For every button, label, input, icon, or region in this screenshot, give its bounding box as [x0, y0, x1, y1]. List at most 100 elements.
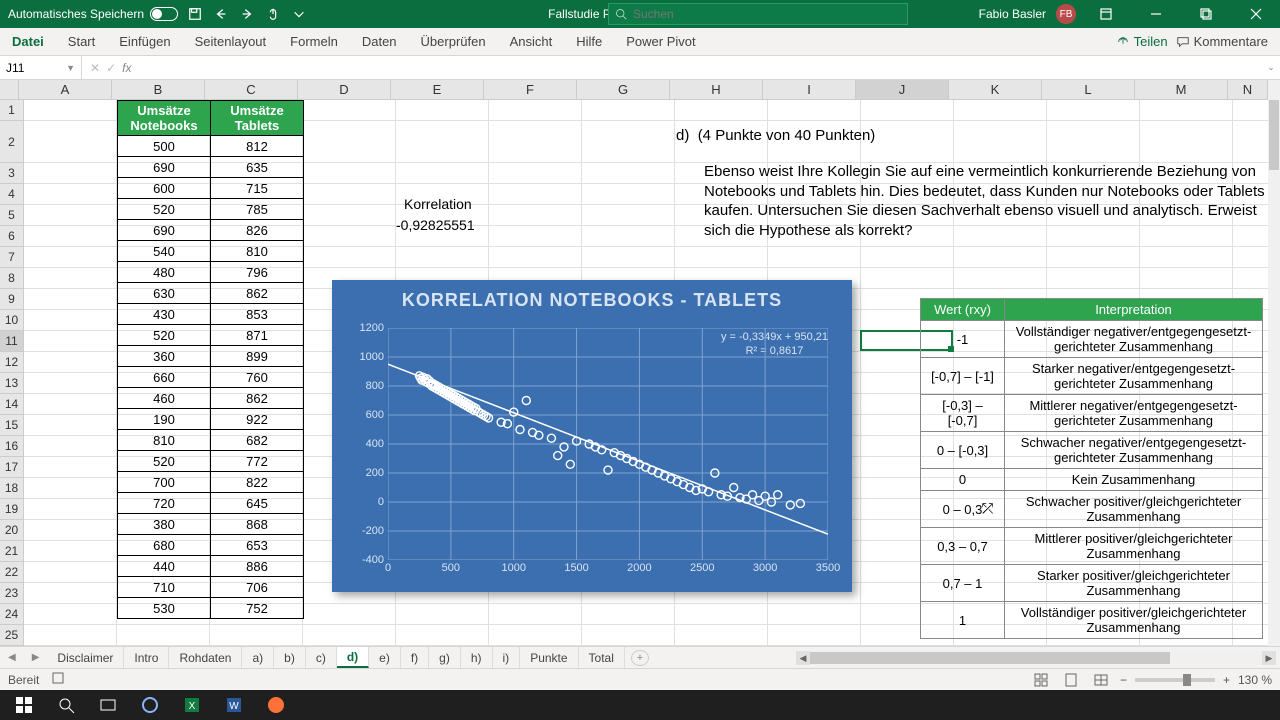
ribbon-tab-überprüfen[interactable]: Überprüfen — [409, 28, 498, 55]
data-cell[interactable]: 822 — [211, 472, 304, 493]
row-header[interactable]: 6 — [0, 226, 23, 247]
word-taskbar-icon[interactable]: W — [214, 690, 254, 720]
add-sheet-button[interactable]: + — [631, 650, 649, 666]
data-cell[interactable]: 440 — [118, 556, 211, 577]
data-cell[interactable]: 430 — [118, 304, 211, 325]
ribbon-display-icon[interactable] — [1086, 0, 1126, 28]
ribbon-tab-datei[interactable]: Datei — [0, 28, 56, 55]
data-cell[interactable]: 653 — [211, 535, 304, 556]
ribbon-tab-daten[interactable]: Daten — [350, 28, 409, 55]
row-header[interactable]: 14 — [0, 394, 23, 415]
data-cell[interactable]: 480 — [118, 262, 211, 283]
data-cell[interactable]: 680 — [118, 535, 211, 556]
row-header[interactable]: 8 — [0, 268, 23, 289]
ribbon-tab-einfügen[interactable]: Einfügen — [107, 28, 182, 55]
data-cell[interactable]: 760 — [211, 367, 304, 388]
row-header[interactable]: 12 — [0, 352, 23, 373]
row-header[interactable]: 11 — [0, 331, 23, 352]
data-cell[interactable]: 853 — [211, 304, 304, 325]
data-cell[interactable]: 520 — [118, 451, 211, 472]
scrollbar-thumb[interactable] — [810, 652, 1170, 664]
data-cell[interactable]: 862 — [211, 388, 304, 409]
data-cell[interactable]: 500 — [118, 136, 211, 157]
column-header[interactable]: M — [1135, 80, 1228, 99]
data-cell[interactable]: 540 — [118, 241, 211, 262]
search-box[interactable] — [608, 3, 908, 25]
autosave-switch[interactable] — [150, 7, 178, 21]
sheet-tab[interactable]: a) — [242, 647, 274, 668]
data-cell[interactable]: 682 — [211, 430, 304, 451]
firefox-taskbar-icon[interactable] — [256, 690, 296, 720]
sheet-tab[interactable]: g) — [429, 647, 461, 668]
row-headers[interactable]: 1234567891011121314151617181920212223242… — [0, 100, 24, 646]
row-header[interactable]: 3 — [0, 163, 23, 184]
column-header[interactable]: L — [1042, 80, 1135, 99]
row-header[interactable]: 19 — [0, 499, 23, 520]
sheet-tab[interactable]: c) — [306, 647, 337, 668]
data-cell[interactable]: 826 — [211, 220, 304, 241]
select-all-corner[interactable] — [0, 80, 19, 99]
row-header[interactable]: 25 — [0, 625, 23, 646]
data-cell[interactable]: 886 — [211, 556, 304, 577]
data-cell[interactable]: 690 — [118, 220, 211, 241]
row-header[interactable]: 21 — [0, 541, 23, 562]
worksheet-grid[interactable]: ABCDEFGHIJKLMN 1234567891011121314151617… — [0, 80, 1280, 646]
row-header[interactable]: 16 — [0, 436, 23, 457]
ribbon-tab-ansicht[interactable]: Ansicht — [498, 28, 565, 55]
row-header[interactable]: 17 — [0, 457, 23, 478]
data-cell[interactable]: 720 — [118, 493, 211, 514]
zoom-slider[interactable] — [1135, 678, 1215, 682]
sheet-tab[interactable]: d) — [337, 647, 369, 668]
macro-record-icon[interactable] — [51, 671, 65, 688]
zoom-level[interactable]: 130 % — [1238, 673, 1272, 687]
ribbon-tab-power pivot[interactable]: Power Pivot — [614, 28, 707, 55]
row-header[interactable]: 4 — [0, 184, 23, 205]
excel-taskbar-icon[interactable]: X — [172, 690, 212, 720]
data-cell[interactable]: 700 — [118, 472, 211, 493]
redo-icon[interactable] — [238, 5, 256, 23]
expand-formula-bar-icon[interactable]: ⌄ — [1262, 62, 1280, 73]
data-cell[interactable]: 360 — [118, 346, 211, 367]
close-icon[interactable] — [1236, 0, 1276, 28]
qat-more-icon[interactable] — [290, 5, 308, 23]
user-name[interactable]: Fabio Basler — [979, 7, 1046, 21]
cell-reference-input[interactable] — [6, 61, 58, 75]
sheet-tab[interactable]: Total — [579, 647, 625, 668]
fx-icon[interactable]: fx — [122, 61, 131, 75]
row-header[interactable]: 9 — [0, 289, 23, 310]
row-header[interactable]: 22 — [0, 562, 23, 583]
zoom-out-icon[interactable]: − — [1120, 673, 1127, 687]
column-header[interactable]: H — [670, 80, 763, 99]
sheet-tab[interactable]: f) — [401, 647, 429, 668]
sheet-tab[interactable]: b) — [274, 647, 306, 668]
row-header[interactable]: 2 — [0, 121, 23, 163]
column-headers[interactable]: ABCDEFGHIJKLMN — [0, 80, 1268, 100]
cancel-formula-icon[interactable]: ✕ — [90, 61, 100, 75]
row-header[interactable]: 1 — [0, 100, 23, 121]
sheet-tab[interactable]: i) — [493, 647, 521, 668]
scatter-chart[interactable]: KORRELATION NOTEBOOKS - TABLETS y = -0,3… — [332, 280, 852, 592]
scroll-right-icon[interactable]: ▶ — [1262, 651, 1276, 665]
data-cell[interactable]: 520 — [118, 325, 211, 346]
name-box[interactable]: ▼ — [0, 56, 82, 79]
row-header[interactable]: 13 — [0, 373, 23, 394]
column-header[interactable]: E — [391, 80, 484, 99]
chevron-down-icon[interactable]: ▼ — [66, 63, 75, 73]
row-header[interactable]: 5 — [0, 205, 23, 226]
user-avatar[interactable]: FB — [1056, 4, 1076, 24]
row-header[interactable]: 20 — [0, 520, 23, 541]
data-cell[interactable]: 868 — [211, 514, 304, 535]
data-cell[interactable]: 706 — [211, 577, 304, 598]
sheet-tab[interactable]: Rohdaten — [169, 647, 242, 668]
normal-view-icon[interactable] — [1030, 671, 1052, 689]
data-cell[interactable]: 635 — [211, 157, 304, 178]
autosave-toggle[interactable]: Automatisches Speichern — [8, 7, 178, 21]
data-cell[interactable]: 530 — [118, 598, 211, 619]
data-cell[interactable]: 715 — [211, 178, 304, 199]
start-menu-icon[interactable] — [4, 690, 44, 720]
column-header[interactable]: D — [298, 80, 391, 99]
comments-button[interactable]: Kommentare — [1176, 34, 1268, 49]
data-cell[interactable]: 190 — [118, 409, 211, 430]
sheet-nav-next-icon[interactable]: ▶ — [24, 652, 48, 663]
sheet-tab[interactable]: Disclaimer — [47, 647, 124, 668]
